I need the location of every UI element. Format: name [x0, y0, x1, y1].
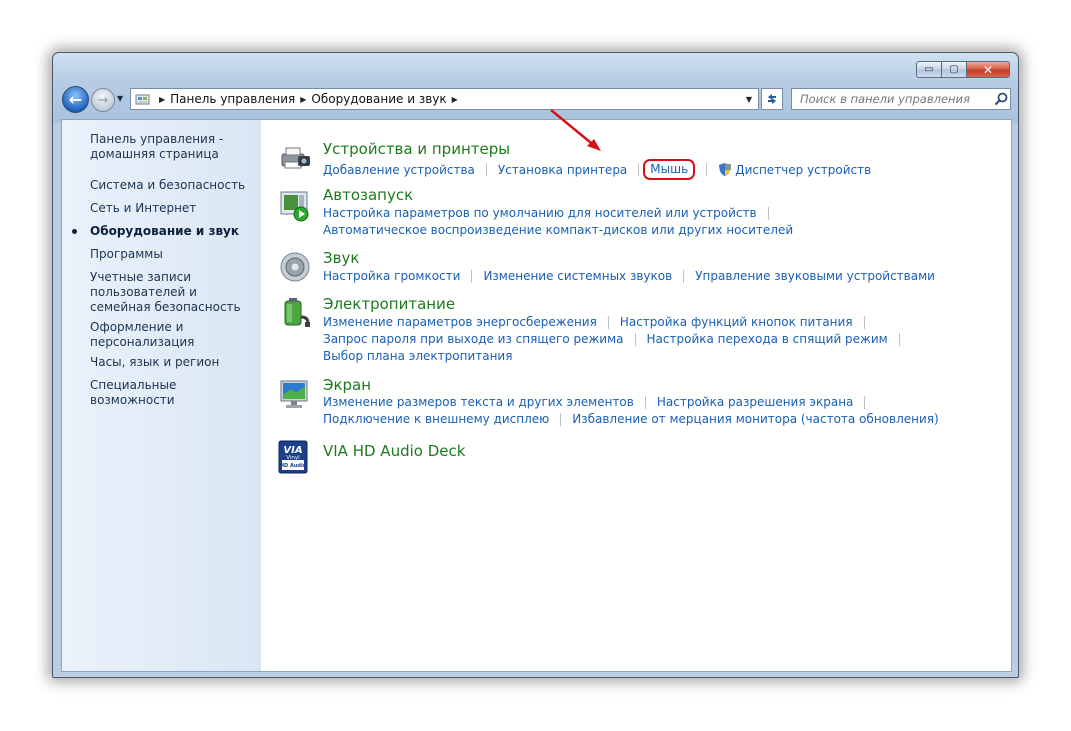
link-screen-resolution[interactable]: Настройка разрешения экрана	[657, 395, 854, 409]
link-audio-devices[interactable]: Управление звуковыми устройствами	[695, 269, 935, 283]
address-bar[interactable]: ▶ Панель управления ▶ Оборудование и зву…	[130, 88, 759, 110]
link-divider	[683, 269, 685, 283]
link-external-display[interactable]: Подключение к внешнему дисплею	[323, 412, 549, 426]
category-title-display[interactable]: Экран	[323, 376, 371, 394]
link-divider	[485, 163, 487, 176]
breadcrumb-separator[interactable]: ▶	[452, 95, 458, 104]
link-refresh-rate[interactable]: Избавление от мерцания монитора (частота…	[572, 412, 938, 426]
autoplay-links-row-1: Настройка параметров по умолчанию для но…	[323, 206, 780, 220]
content-area: Панель управления - домашняя страница Си…	[61, 119, 1012, 672]
sidebar-item-hardware-sound[interactable]: Оборудование и звук	[90, 224, 255, 239]
link-autoplay-cd[interactable]: Автоматическое воспроизведение компакт-д…	[323, 223, 793, 237]
maximize-button[interactable]: ▢	[941, 61, 967, 78]
device-manager-link-wrap[interactable]: Диспетчер устройств	[718, 162, 871, 177]
category-title-devices-printers[interactable]: Устройства и принтеры	[323, 140, 510, 158]
power-links-row-3: Выбор плана электропитания	[323, 349, 512, 363]
category-title-autoplay[interactable]: Автозапуск	[323, 186, 413, 204]
link-divider	[863, 315, 865, 329]
display-links-row-2: Подключение к внешнему дисплею Избавлени…	[323, 412, 939, 426]
refresh-button[interactable]	[761, 88, 783, 110]
link-power-plan[interactable]: Выбор плана электропитания	[323, 349, 512, 363]
breadcrumb-separator[interactable]: ▶	[159, 95, 165, 104]
category-title-sound[interactable]: Звук	[323, 249, 359, 267]
breadcrumb-control-panel[interactable]: Панель управления	[170, 92, 295, 106]
back-arrow-icon: ←	[68, 90, 83, 109]
link-divider	[607, 315, 609, 329]
link-divider	[864, 395, 866, 409]
control-panel-window: ▭ ▢ ✕ ← → ▼ ▶ Панель управления ▶ Оборуд	[52, 52, 1019, 678]
sidebar-item-appearance[interactable]: Оформление и персонализация	[90, 320, 255, 350]
link-power-buttons[interactable]: Настройка функций кнопок питания	[620, 315, 853, 329]
via-audio-icon[interactable]: VIA Vinyl HD Audio	[278, 440, 308, 474]
category-title-power[interactable]: Электропитание	[323, 295, 455, 313]
vinyl-logo-text: Vinyl	[286, 455, 300, 461]
link-divider	[644, 395, 646, 409]
link-add-printer[interactable]: Установка принтера	[498, 163, 627, 177]
address-dropdown-icon[interactable]: ▼	[740, 89, 758, 109]
uac-shield-icon	[719, 163, 732, 176]
search-icon[interactable]	[993, 91, 1009, 107]
forward-arrow-icon: →	[97, 92, 109, 108]
caption-buttons: ▭ ▢ ✕	[916, 61, 1010, 78]
link-divider	[560, 412, 562, 426]
sidebar-item-network[interactable]: Сеть и Интернет	[90, 201, 255, 216]
battery-power-icon[interactable]	[278, 295, 312, 329]
link-divider	[898, 332, 900, 346]
sidebar-item-programs[interactable]: Программы	[90, 247, 255, 262]
sidebar: Панель управления - домашняя страница Си…	[62, 120, 261, 671]
search-input[interactable]	[792, 92, 990, 106]
link-autoplay-defaults[interactable]: Настройка параметров по умолчанию для но…	[323, 206, 757, 220]
back-button[interactable]: ←	[62, 86, 89, 113]
power-links-row-2: Запрос пароля при выходе из спящего режи…	[323, 332, 911, 346]
sidebar-item-system-security[interactable]: Система и безопасность	[90, 178, 255, 193]
monitor-icon[interactable]	[278, 378, 312, 412]
devices-printers-links: Добавление устройства Установка принтера…	[323, 159, 871, 180]
control-panel-icon	[135, 93, 150, 106]
autoplay-icon[interactable]	[278, 188, 312, 222]
link-device-manager[interactable]: Диспетчер устройств	[735, 163, 871, 177]
autoplay-links-row-2: Автоматическое воспроизведение компакт-д…	[323, 223, 793, 237]
link-volume[interactable]: Настройка громкости	[323, 269, 460, 283]
link-divider	[706, 163, 708, 176]
hd-audio-logo-text: HD Audio	[280, 463, 307, 469]
breadcrumb-hardware-sound[interactable]: Оборудование и звук	[311, 92, 446, 106]
link-wakeup-password[interactable]: Запрос пароля при выходе из спящего режи…	[323, 332, 624, 346]
title-bar: ▭ ▢ ✕ ← → ▼ ▶ Панель управления ▶ Оборуд	[53, 53, 1018, 123]
link-power-settings[interactable]: Изменение параметров энергосбережения	[323, 315, 597, 329]
link-mouse[interactable]: Мышь	[643, 159, 696, 180]
active-bullet-icon	[72, 229, 77, 234]
link-divider	[767, 206, 769, 220]
power-links-row-1: Изменение параметров энергосбережения На…	[323, 315, 876, 329]
category-title-via-audio[interactable]: VIA HD Audio Deck	[323, 442, 465, 460]
search-box[interactable]	[791, 88, 1011, 110]
sidebar-item-clock-region[interactable]: Часы, язык и регион	[90, 355, 255, 370]
link-text-size[interactable]: Изменение размеров текста и других элеме…	[323, 395, 634, 409]
sidebar-item-user-accounts[interactable]: Учетные записи пользователей и семейная …	[90, 270, 255, 315]
sidebar-item-home[interactable]: Панель управления - домашняя страница	[90, 132, 255, 162]
display-links-row-1: Изменение размеров текста и других элеме…	[323, 395, 876, 409]
sound-links: Настройка громкости Изменение системных …	[323, 269, 935, 283]
close-button[interactable]: ✕	[966, 61, 1010, 78]
speaker-icon[interactable]	[278, 250, 312, 284]
link-divider	[634, 332, 636, 346]
forward-button[interactable]: →	[91, 88, 115, 112]
link-divider	[638, 163, 640, 176]
link-sleep-settings[interactable]: Настройка перехода в спящий режим	[647, 332, 888, 346]
minimize-button[interactable]: ▭	[916, 61, 942, 78]
sidebar-item-accessibility[interactable]: Специальные возможности	[90, 378, 255, 408]
printer-camera-icon[interactable]	[278, 140, 312, 174]
link-divider	[471, 269, 473, 283]
refresh-icon	[768, 94, 776, 104]
link-add-device[interactable]: Добавление устройства	[323, 163, 475, 177]
breadcrumb-separator[interactable]: ▶	[300, 95, 306, 104]
link-system-sounds[interactable]: Изменение системных звуков	[483, 269, 672, 283]
recent-pages-dropdown[interactable]: ▼	[117, 94, 123, 103]
